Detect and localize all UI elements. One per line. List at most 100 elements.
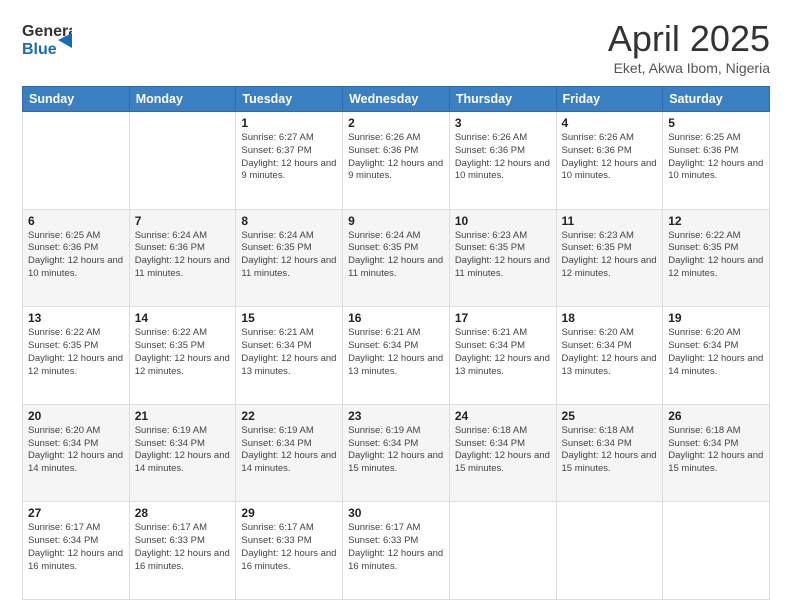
day-number: 30 (348, 506, 444, 520)
day-info: Sunrise: 6:24 AMSunset: 6:36 PMDaylight:… (135, 230, 231, 281)
weekday-header-row: SundayMondayTuesdayWednesdayThursdayFrid… (23, 87, 770, 112)
calendar-cell: 18 Sunrise: 6:20 AMSunset: 6:34 PMDayligh… (556, 307, 663, 405)
calendar-table: SundayMondayTuesdayWednesdayThursdayFrid… (22, 86, 770, 600)
day-info: Sunrise: 6:23 AMSunset: 6:35 PMDaylight:… (455, 230, 551, 281)
calendar-cell: 30 Sunrise: 6:17 AMSunset: 6:33 PMDayligh… (343, 502, 450, 600)
day-number: 29 (241, 506, 337, 520)
calendar-cell: 27 Sunrise: 6:17 AMSunset: 6:34 PMDayligh… (23, 502, 130, 600)
day-info: Sunrise: 6:27 AMSunset: 6:37 PMDaylight:… (241, 132, 337, 183)
calendar-cell: 19Sunrise: 6:20 AMSunset: 6:34 PMDayligh… (663, 307, 770, 405)
calendar-week-1: 1 Sunrise: 6:27 AMSunset: 6:37 PMDaylight… (23, 112, 770, 210)
calendar-cell: 8 Sunrise: 6:24 AMSunset: 6:35 PMDaylight… (236, 209, 343, 307)
day-number: 12 (668, 214, 764, 228)
calendar-cell: 29 Sunrise: 6:17 AMSunset: 6:33 PMDayligh… (236, 502, 343, 600)
calendar-cell: 23 Sunrise: 6:19 AMSunset: 6:34 PMDayligh… (343, 404, 450, 502)
weekday-header-monday: Monday (129, 87, 236, 112)
day-number: 1 (241, 116, 337, 130)
day-info: Sunrise: 6:18 AMSunset: 6:34 PMDaylight:… (562, 425, 658, 476)
day-info: Sunrise: 6:26 AMSunset: 6:36 PMDaylight:… (455, 132, 551, 183)
weekday-header-tuesday: Tuesday (236, 87, 343, 112)
day-number: 17 (455, 311, 551, 325)
day-number: 28 (135, 506, 231, 520)
day-number: 18 (562, 311, 658, 325)
calendar-cell: 21Sunrise: 6:19 AMSunset: 6:34 PMDayligh… (129, 404, 236, 502)
calendar-cell: 3 Sunrise: 6:26 AMSunset: 6:36 PMDaylight… (449, 112, 556, 210)
calendar-cell: 9Sunrise: 6:24 AMSunset: 6:35 PMDaylight… (343, 209, 450, 307)
day-number: 15 (241, 311, 337, 325)
calendar-week-4: 20Sunrise: 6:20 AMSunset: 6:34 PMDayligh… (23, 404, 770, 502)
weekday-header-wednesday: Wednesday (343, 87, 450, 112)
day-info: Sunrise: 6:17 AMSunset: 6:33 PMDaylight:… (135, 522, 231, 573)
day-number: 3 (455, 116, 551, 130)
calendar-cell: 17 Sunrise: 6:21 AMSunset: 6:34 PMDayligh… (449, 307, 556, 405)
day-number: 4 (562, 116, 658, 130)
logo-icon: General Blue (22, 18, 72, 60)
day-number: 7 (135, 214, 231, 228)
calendar-cell: 4 Sunrise: 6:26 AMSunset: 6:36 PMDaylight… (556, 112, 663, 210)
subtitle: Eket, Akwa Ibom, Nigeria (608, 60, 770, 76)
day-info: Sunrise: 6:25 AMSunset: 6:36 PMDaylight:… (668, 132, 764, 183)
calendar-cell: 7 Sunrise: 6:24 AMSunset: 6:36 PMDaylight… (129, 209, 236, 307)
day-info: Sunrise: 6:19 AMSunset: 6:34 PMDaylight:… (348, 425, 444, 476)
day-info: Sunrise: 6:17 AMSunset: 6:33 PMDaylight:… (348, 522, 444, 573)
calendar-week-3: 13 Sunrise: 6:22 AMSunset: 6:35 PMDayligh… (23, 307, 770, 405)
weekday-header-friday: Friday (556, 87, 663, 112)
day-info: Sunrise: 6:22 AMSunset: 6:35 PMDaylight:… (668, 230, 764, 281)
day-number: 26 (668, 409, 764, 423)
calendar-cell: 22Sunrise: 6:19 AMSunset: 6:34 PMDayligh… (236, 404, 343, 502)
day-number: 13 (28, 311, 124, 325)
calendar-cell: 2Sunrise: 6:26 AMSunset: 6:36 PMDaylight… (343, 112, 450, 210)
day-number: 8 (241, 214, 337, 228)
calendar-cell: 12 Sunrise: 6:22 AMSunset: 6:35 PMDayligh… (663, 209, 770, 307)
calendar-cell (449, 502, 556, 600)
calendar-cell: 14 Sunrise: 6:22 AMSunset: 6:35 PMDayligh… (129, 307, 236, 405)
page: General Blue April 2025 Eket, Akwa Ibom,… (0, 0, 792, 612)
day-info: Sunrise: 6:19 AMSunset: 6:34 PMDaylight:… (241, 425, 337, 476)
day-info: Sunrise: 6:22 AMSunset: 6:35 PMDaylight:… (135, 327, 231, 378)
day-number: 23 (348, 409, 444, 423)
day-number: 16 (348, 311, 444, 325)
calendar-cell (23, 112, 130, 210)
calendar-cell: 24 Sunrise: 6:18 AMSunset: 6:34 PMDayligh… (449, 404, 556, 502)
calendar-cell: 20Sunrise: 6:20 AMSunset: 6:34 PMDayligh… (23, 404, 130, 502)
day-info: Sunrise: 6:21 AMSunset: 6:34 PMDaylight:… (348, 327, 444, 378)
day-info: Sunrise: 6:20 AMSunset: 6:34 PMDaylight:… (668, 327, 764, 378)
day-info: Sunrise: 6:17 AMSunset: 6:34 PMDaylight:… (28, 522, 124, 573)
weekday-header-thursday: Thursday (449, 87, 556, 112)
day-info: Sunrise: 6:18 AMSunset: 6:34 PMDaylight:… (668, 425, 764, 476)
day-info: Sunrise: 6:26 AMSunset: 6:36 PMDaylight:… (562, 132, 658, 183)
weekday-header-saturday: Saturday (663, 87, 770, 112)
day-info: Sunrise: 6:17 AMSunset: 6:33 PMDaylight:… (241, 522, 337, 573)
calendar-cell: 16 Sunrise: 6:21 AMSunset: 6:34 PMDayligh… (343, 307, 450, 405)
header: General Blue April 2025 Eket, Akwa Ibom,… (22, 18, 770, 76)
day-info: Sunrise: 6:21 AMSunset: 6:34 PMDaylight:… (455, 327, 551, 378)
day-info: Sunrise: 6:22 AMSunset: 6:35 PMDaylight:… (28, 327, 124, 378)
day-number: 11 (562, 214, 658, 228)
calendar-cell (129, 112, 236, 210)
calendar-week-5: 27 Sunrise: 6:17 AMSunset: 6:34 PMDayligh… (23, 502, 770, 600)
calendar-cell: 15 Sunrise: 6:21 AMSunset: 6:34 PMDayligh… (236, 307, 343, 405)
day-number: 21 (135, 409, 231, 423)
calendar-cell: 13 Sunrise: 6:22 AMSunset: 6:35 PMDayligh… (23, 307, 130, 405)
day-info: Sunrise: 6:20 AMSunset: 6:34 PMDaylight:… (562, 327, 658, 378)
calendar-cell (556, 502, 663, 600)
day-number: 10 (455, 214, 551, 228)
day-info: Sunrise: 6:20 AMSunset: 6:34 PMDaylight:… (28, 425, 124, 476)
day-info: Sunrise: 6:23 AMSunset: 6:35 PMDaylight:… (562, 230, 658, 281)
day-info: Sunrise: 6:21 AMSunset: 6:34 PMDaylight:… (241, 327, 337, 378)
day-number: 27 (28, 506, 124, 520)
calendar-cell: 25Sunrise: 6:18 AMSunset: 6:34 PMDayligh… (556, 404, 663, 502)
calendar-cell: 6Sunrise: 6:25 AMSunset: 6:36 PMDaylight… (23, 209, 130, 307)
day-info: Sunrise: 6:24 AMSunset: 6:35 PMDaylight:… (241, 230, 337, 281)
day-number: 14 (135, 311, 231, 325)
logo: General Blue (22, 18, 76, 60)
calendar-cell: 11 Sunrise: 6:23 AMSunset: 6:35 PMDayligh… (556, 209, 663, 307)
calendar-cell: 28 Sunrise: 6:17 AMSunset: 6:33 PMDayligh… (129, 502, 236, 600)
day-info: Sunrise: 6:24 AMSunset: 6:35 PMDaylight:… (348, 230, 444, 281)
calendar-cell: 5Sunrise: 6:25 AMSunset: 6:36 PMDaylight… (663, 112, 770, 210)
weekday-header-sunday: Sunday (23, 87, 130, 112)
day-number: 6 (28, 214, 124, 228)
day-info: Sunrise: 6:26 AMSunset: 6:36 PMDaylight:… (348, 132, 444, 183)
day-number: 24 (455, 409, 551, 423)
day-info: Sunrise: 6:18 AMSunset: 6:34 PMDaylight:… (455, 425, 551, 476)
